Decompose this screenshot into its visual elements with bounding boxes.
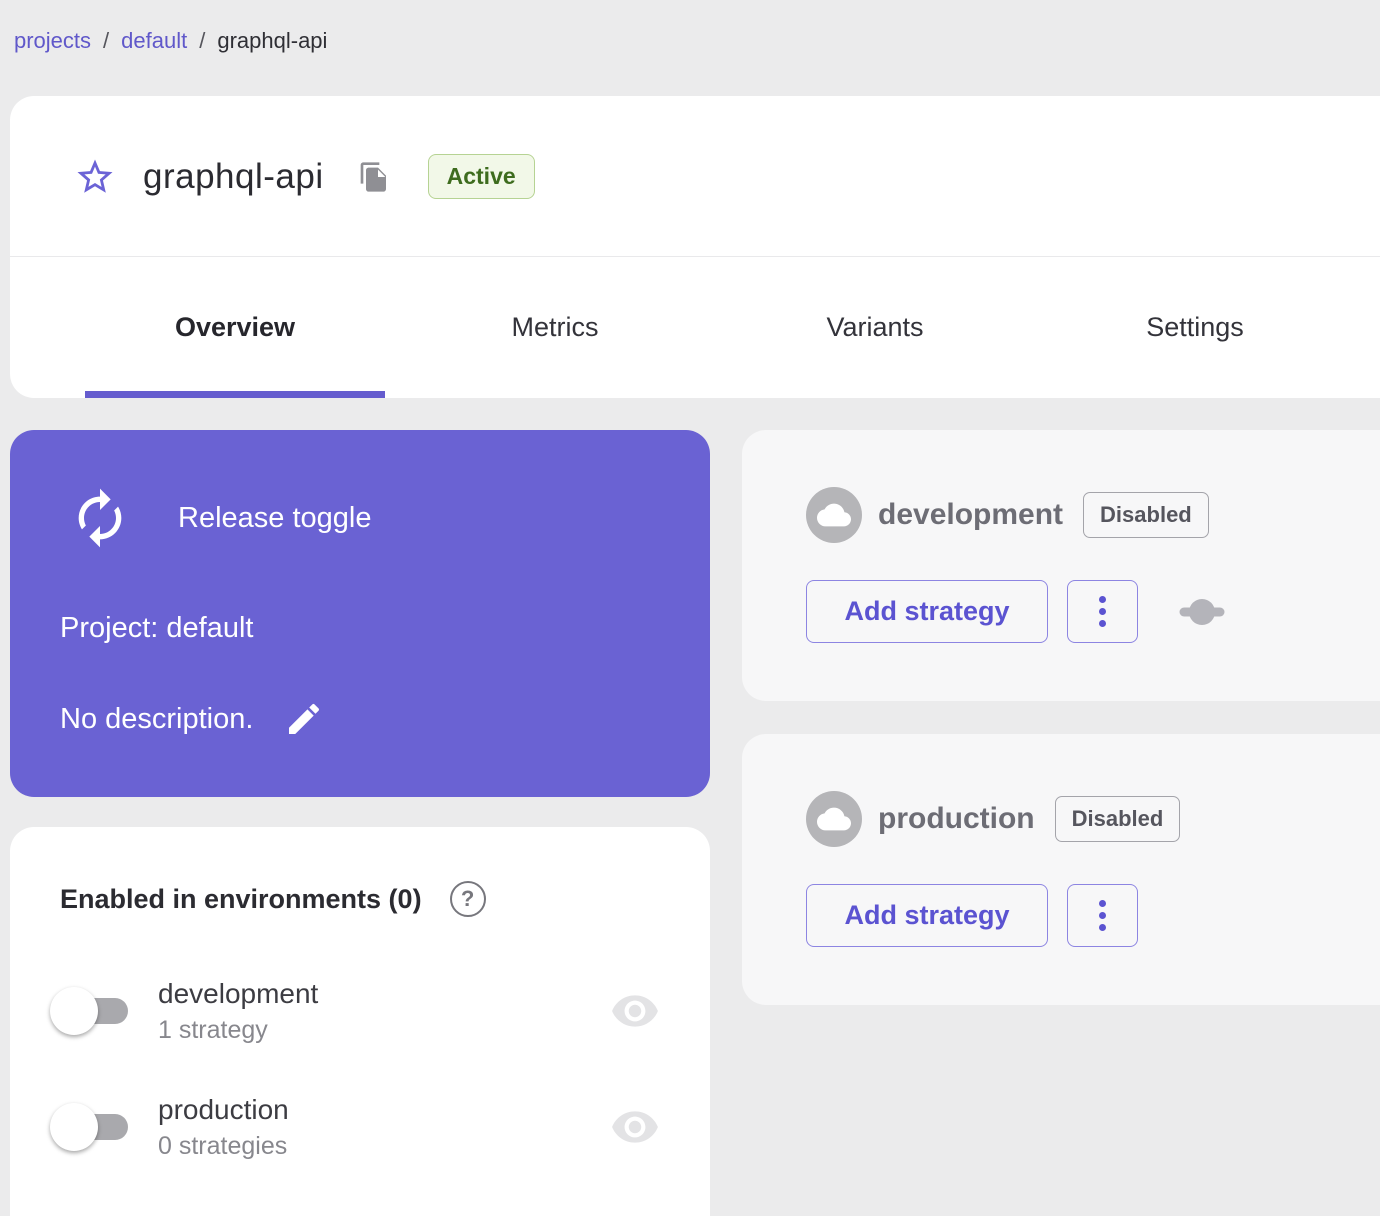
environment-actions: Add strategy <box>806 884 1138 947</box>
breadcrumb-link-projects[interactable]: projects <box>14 28 91 54</box>
title-row: graphql-api Active <box>73 96 1370 257</box>
breadcrumb-separator: / <box>103 28 110 53</box>
status-badge: Active <box>427 154 535 199</box>
cloud-icon <box>806 487 862 543</box>
add-strategy-button[interactable]: Add strategy <box>806 884 1048 947</box>
environment-header: production Disabled <box>806 791 1181 847</box>
tab-variants[interactable]: Variants <box>715 257 1035 398</box>
tab-metrics[interactable]: Metrics <box>395 257 715 398</box>
environment-status-badge: Disabled <box>1054 796 1181 842</box>
release-toggle-loop-icon <box>68 486 132 550</box>
feature-header-card: graphql-api Active Overview Metrics Vari… <box>10 96 1380 398</box>
feature-type-label: Release toggle <box>178 501 372 534</box>
breadcrumb-current: graphql-api <box>217 28 328 53</box>
environment-row-name: development <box>158 977 319 1009</box>
page-title: graphql-api <box>143 156 324 196</box>
environment-name: production <box>878 802 1035 835</box>
environment-card-production: production Disabled Add strategy <box>742 734 1380 1005</box>
feature-info-card: Release toggle Project: default No descr… <box>10 430 710 797</box>
feature-project-label: Project: default <box>60 612 254 644</box>
favorite-star-icon[interactable] <box>73 155 117 199</box>
add-strategy-button[interactable]: Add strategy <box>806 580 1048 643</box>
visibility-eye-icon[interactable] <box>610 1102 660 1152</box>
rollout-strategy-slider-icon <box>1178 598 1226 626</box>
enabled-environments-title: Enabled in environments (0) <box>60 883 422 914</box>
environment-name: development <box>878 498 1064 531</box>
environment-status-badge: Disabled <box>1083 492 1209 538</box>
edit-description-pencil-icon[interactable] <box>283 698 325 740</box>
environment-row-production: production 0 strategies <box>50 1089 660 1165</box>
enabled-environments-header: Enabled in environments (0) ? <box>60 881 486 917</box>
environment-header: development Disabled <box>806 487 1209 543</box>
environment-card-development: development Disabled Add strategy <box>742 430 1380 701</box>
environment-toggle-production[interactable] <box>50 1101 136 1153</box>
environment-toggle-development[interactable] <box>50 985 136 1037</box>
breadcrumb-separator: / <box>199 28 206 53</box>
copy-name-icon[interactable] <box>356 159 392 195</box>
environment-row-development: development 1 strategy <box>50 973 660 1049</box>
environment-row-strategies: 0 strategies <box>158 1131 288 1160</box>
breadcrumb-link-default[interactable]: default <box>121 28 187 54</box>
visibility-eye-icon[interactable] <box>610 986 660 1036</box>
tab-settings[interactable]: Settings <box>1035 257 1355 398</box>
environment-row-name: production <box>158 1093 289 1125</box>
environment-row-text: development 1 strategy <box>158 978 318 1045</box>
tab-bar: Overview Metrics Variants Settings <box>75 257 1355 398</box>
environment-actions: Add strategy <box>806 580 1226 643</box>
more-actions-kebab-icon[interactable] <box>1067 580 1138 643</box>
breadcrumb: projects / default / graphql-api <box>14 28 327 54</box>
more-actions-kebab-icon[interactable] <box>1067 884 1138 947</box>
enabled-environments-card: Enabled in environments (0) ? developmen… <box>10 827 710 1216</box>
environment-row-text: production 0 strategies <box>158 1094 289 1161</box>
cloud-icon <box>806 791 862 847</box>
environment-row-strategies: 1 strategy <box>158 1015 268 1044</box>
feature-type-row: Release toggle <box>68 486 371 550</box>
help-question-icon[interactable]: ? <box>449 881 486 917</box>
tab-overview[interactable]: Overview <box>75 257 395 398</box>
feature-description-row: No description. <box>60 698 325 740</box>
feature-description: No description. <box>60 702 254 735</box>
